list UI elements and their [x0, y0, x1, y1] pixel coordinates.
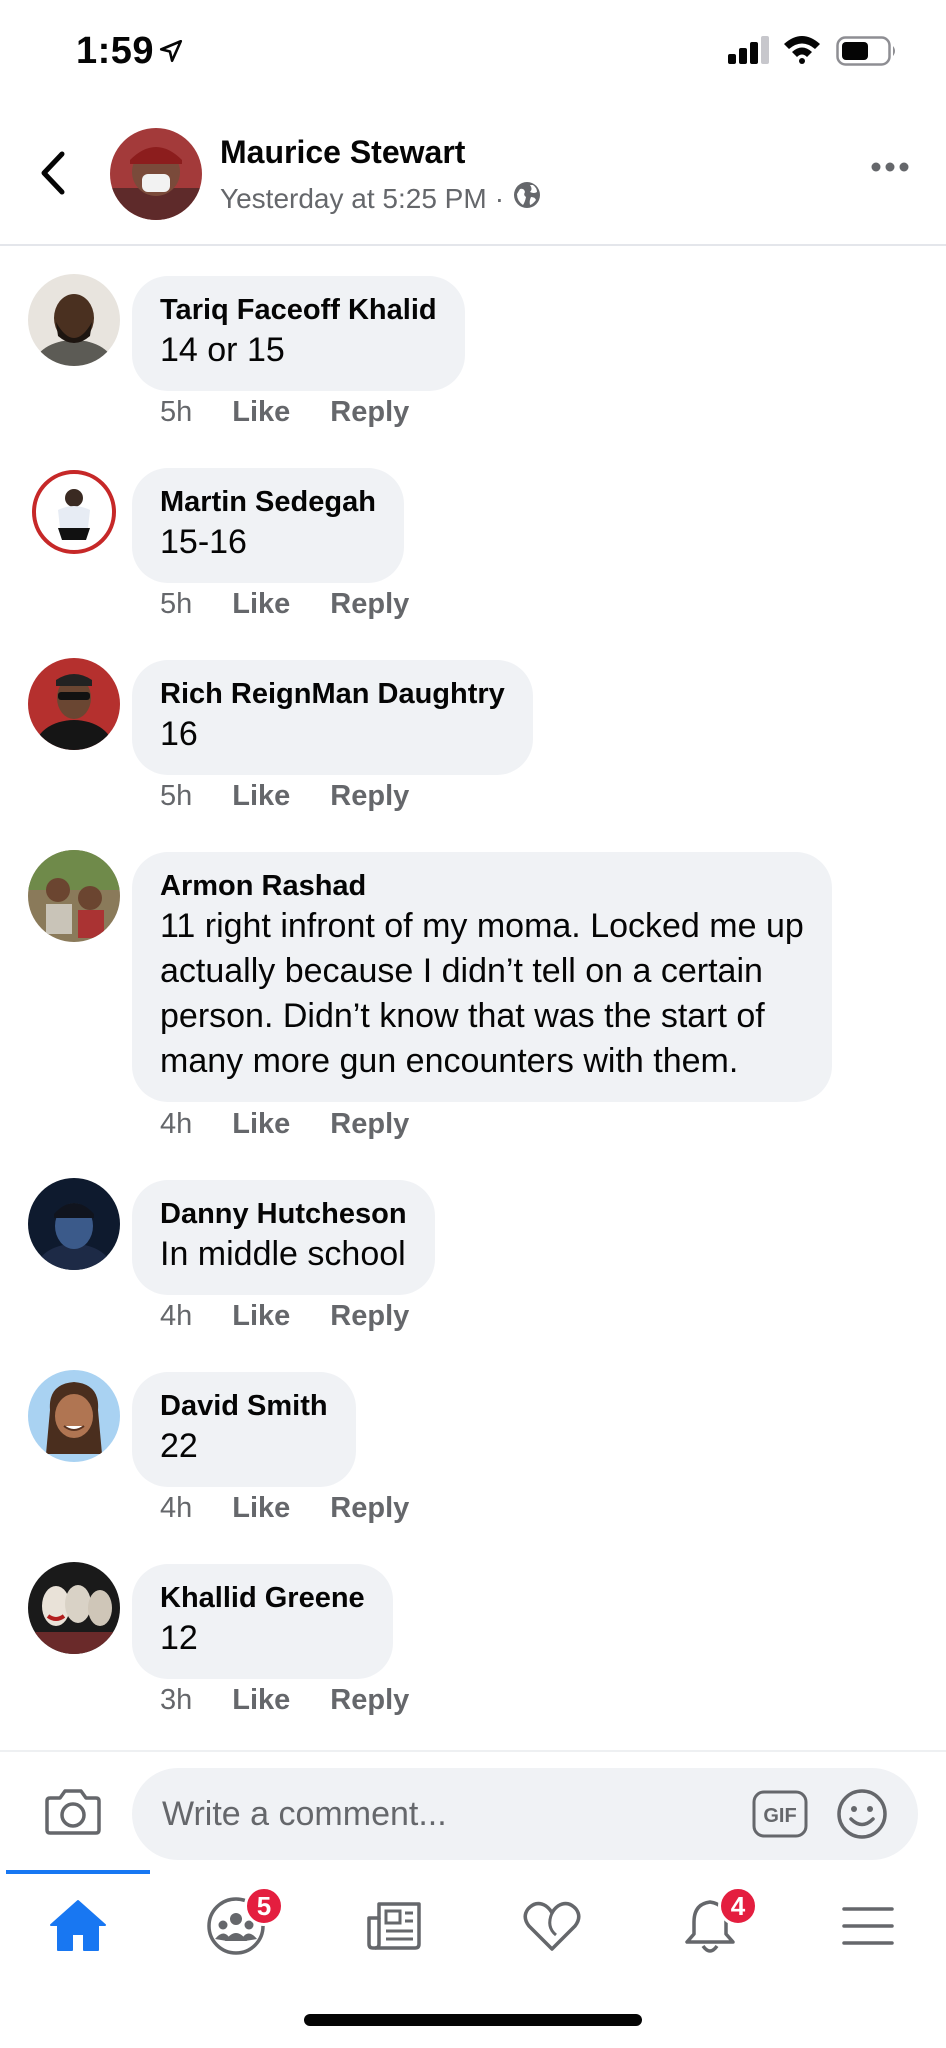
comment-text: In middle school [160, 1235, 406, 1273]
reply-button[interactable]: Reply [330, 1300, 409, 1333]
back-chevron-icon[interactable] [38, 150, 68, 201]
commenter-avatar[interactable] [28, 466, 120, 558]
commenter-avatar[interactable] [28, 658, 120, 750]
comment-text-line: actually because I didn’t tell on a cert… [160, 952, 763, 990]
commenter-avatar[interactable] [28, 1178, 120, 1270]
like-button[interactable]: Like [232, 780, 290, 813]
comment-time: 5h [160, 588, 193, 620]
reply-button[interactable]: Reply [330, 588, 409, 621]
comment-text: 22 [160, 1427, 198, 1465]
wifi-icon [782, 34, 822, 69]
comment-bubble[interactable]: Martin Sedegah 15-16 [132, 468, 404, 583]
author-avatar[interactable] [110, 128, 202, 220]
dating-heart-icon [522, 1899, 582, 1958]
comment-text-line: person. Didn’t know that was the start o… [160, 997, 765, 1035]
post-timestamp[interactable]: Yesterday at 5:25 PM [220, 183, 487, 215]
comment-bubble[interactable]: Rich ReignMan Daughtry 16 [132, 660, 533, 775]
comment-text-line: 11 right infront of my moma. Locked me u… [160, 907, 804, 945]
commenter-name[interactable]: Martin Sedegah [160, 484, 376, 520]
menu-icon [842, 1905, 894, 1952]
comment-actions: 3h Like Reply [160, 1684, 409, 1717]
comment-actions: 5h Like Reply [160, 780, 409, 813]
tab-home[interactable] [42, 1892, 114, 1964]
comment-actions: 4h Like Reply [160, 1300, 409, 1333]
like-button[interactable]: Like [232, 396, 290, 429]
commenter-avatar[interactable] [28, 1370, 120, 1462]
like-button[interactable]: Like [232, 1108, 290, 1141]
post-meta: Yesterday at 5:25 PM · [220, 180, 542, 217]
groups-badge: 5 [244, 1886, 284, 1926]
comment-bubble[interactable]: Tariq Faceoff Khalid 14 or 15 [132, 276, 465, 391]
location-arrow-icon [158, 38, 184, 69]
comment-bubble[interactable]: Armon Rashad 11 right infront of my moma… [132, 852, 832, 1102]
cellular-signal-icon [728, 36, 772, 69]
tab-dating[interactable] [516, 1892, 588, 1964]
globe-icon [512, 180, 542, 217]
meta-separator: · [494, 182, 505, 214]
reply-button[interactable]: Reply [330, 1108, 409, 1141]
comment-actions: 4h Like Reply [160, 1108, 409, 1141]
news-icon [365, 1900, 423, 1957]
comment-time: 3h [160, 1684, 193, 1716]
comment-time: 4h [160, 1492, 193, 1524]
gif-label: GIF [763, 1805, 796, 1827]
like-button[interactable]: Like [232, 1492, 290, 1525]
gif-icon[interactable]: GIF [752, 1790, 808, 1843]
commenter-name[interactable]: Tariq Faceoff Khalid [160, 292, 437, 328]
battery-icon [836, 36, 898, 71]
comment-time: 4h [160, 1300, 193, 1332]
comment-time: 5h [160, 780, 193, 812]
post-author-name[interactable]: Maurice Stewart [220, 134, 465, 171]
comment-composer: GIF [0, 1750, 946, 1870]
comment-text: 12 [160, 1619, 198, 1657]
comment-bubble[interactable]: Khallid Greene 12 [132, 1564, 393, 1679]
tab-notifications[interactable]: 4 [674, 1886, 758, 1964]
commenter-avatar[interactable] [28, 274, 120, 366]
like-button[interactable]: Like [232, 588, 290, 621]
comment-text: 16 [160, 715, 198, 753]
commenter-name[interactable]: David Smith [160, 1388, 328, 1424]
home-indicator[interactable] [304, 2014, 642, 2026]
comment-time: 5h [160, 396, 193, 428]
reply-button[interactable]: Reply [330, 780, 409, 813]
reply-button[interactable]: Reply [330, 1684, 409, 1717]
like-button[interactable]: Like [232, 1684, 290, 1717]
notifications-badge: 4 [718, 1886, 758, 1926]
like-button[interactable]: Like [232, 1300, 290, 1333]
comment-text-line: many more gun encounters with them. [160, 1042, 739, 1080]
post-header: Maurice Stewart Yesterday at 5:25 PM · [0, 100, 946, 246]
comment-actions: 4h Like Reply [160, 1492, 409, 1525]
commenter-avatar[interactable] [28, 1562, 120, 1654]
reply-button[interactable]: Reply [330, 1492, 409, 1525]
more-options-icon[interactable] [870, 160, 910, 178]
comment-text: 14 or 15 [160, 331, 285, 369]
active-tab-indicator [6, 1870, 150, 1874]
camera-icon[interactable] [44, 1786, 102, 1841]
commenter-name[interactable]: Rich ReignMan Daughtry [160, 676, 505, 712]
emoji-icon[interactable] [836, 1788, 888, 1845]
commenter-name[interactable]: Danny Hutcheson [160, 1196, 407, 1232]
tab-news[interactable] [358, 1892, 430, 1964]
commenter-avatar[interactable] [28, 850, 120, 942]
bottom-tab-bar: 5 4 [0, 1870, 946, 1970]
reply-button[interactable]: Reply [330, 396, 409, 429]
comment-bubble[interactable]: David Smith 22 [132, 1372, 356, 1487]
comment-actions: 5h Like Reply [160, 396, 409, 429]
tab-groups[interactable]: 5 [200, 1886, 284, 1964]
home-icon [48, 1898, 108, 1959]
comment-text: 15-16 [160, 523, 247, 561]
comment-bubble[interactable]: Danny Hutcheson In middle school [132, 1180, 435, 1295]
comment-actions: 5h Like Reply [160, 588, 409, 621]
tab-menu[interactable] [832, 1892, 904, 1964]
comment-time: 4h [160, 1108, 193, 1140]
commenter-name[interactable]: Armon Rashad [160, 868, 804, 904]
commenter-name[interactable]: Khallid Greene [160, 1580, 365, 1616]
status-bar: 1:59 [0, 0, 946, 100]
status-time: 1:59 [76, 30, 155, 72]
